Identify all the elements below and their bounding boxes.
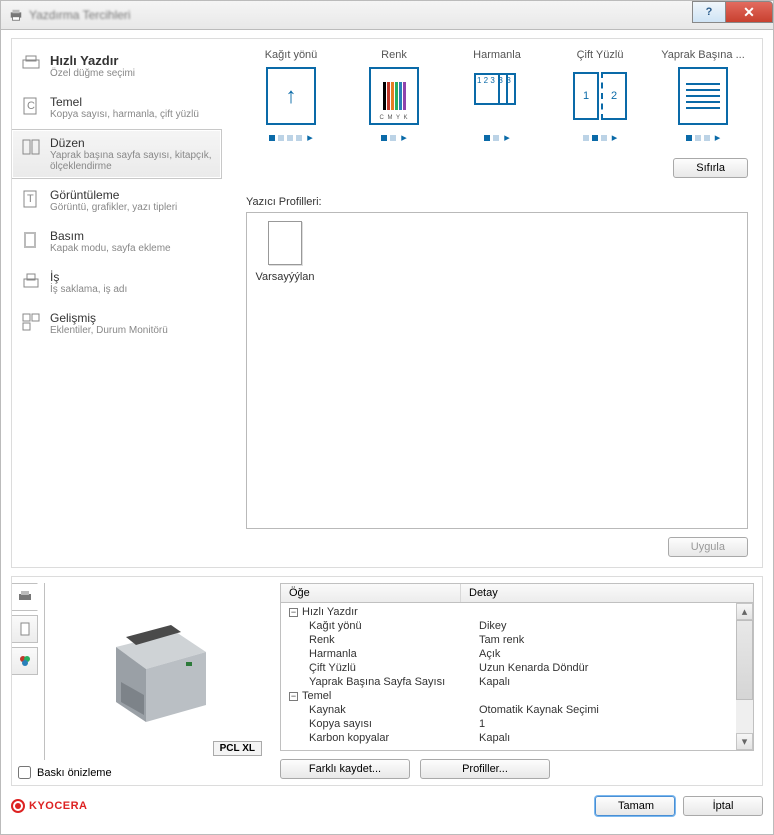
duplex-icon: 1 2: [570, 67, 630, 125]
collate-icon: 1 2 31 2 31 2 3: [472, 67, 522, 125]
profile-default[interactable]: Varsayýýlan: [255, 221, 315, 283]
printer-3d-icon: [86, 607, 226, 737]
collapse-icon[interactable]: −: [289, 608, 298, 617]
quick-duplex[interactable]: Çift Yüzlü 1 2 ▸: [555, 49, 645, 144]
profiles-label: Yazıcı Profilleri:: [246, 196, 748, 208]
driver-badge: PCL XL: [213, 741, 262, 756]
main-panel: Hızlı YazdırÖzel düğme seçimi C TemelKop…: [11, 38, 763, 568]
summary-row: Kağıt yönüDikey: [281, 619, 753, 633]
layout-icon: [20, 136, 42, 158]
brand-logo: KYOCERA: [11, 799, 88, 813]
print-preview-checkbox[interactable]: [18, 766, 31, 779]
tab-layout[interactable]: DüzenYaprak başına sayfa sayısı, kitapçı…: [12, 129, 222, 179]
page-icon: [268, 221, 302, 265]
preview-tab-page[interactable]: [12, 615, 38, 643]
orientation-icon: ↑: [266, 67, 316, 125]
tab-label: Hızlı Yazdır: [50, 53, 135, 68]
job-icon: [20, 270, 42, 292]
imaging-icon: T: [20, 188, 42, 210]
titlebar: Yazdırma Tercihleri ? ✕: [0, 0, 774, 30]
summary-row: Çift YüzlüUzun Kenarda Döndür: [281, 661, 753, 675]
quick-collate[interactable]: Harmanla 1 2 31 2 31 2 3 ▸: [452, 49, 542, 144]
collapse-icon[interactable]: −: [289, 692, 298, 701]
summary-row: HarmanlaAçık: [281, 647, 753, 661]
scroll-up-button[interactable]: ▴: [736, 603, 753, 620]
preview-tab-color[interactable]: [12, 647, 38, 675]
summary-row: Kopya sayısı1: [281, 717, 753, 731]
summary-col-item: Öğe: [281, 584, 461, 602]
printer-preview: PCL XL: [44, 583, 266, 760]
summary-row: RenkTam renk: [281, 633, 753, 647]
tab-imaging[interactable]: T GörüntülemeGörüntü, grafikler, yazı ti…: [12, 181, 222, 220]
quick-nup[interactable]: Yaprak Başına ... ▸: [658, 49, 748, 144]
color-icon: C M Y K: [369, 67, 419, 125]
summary-group[interactable]: −Hızlı Yazdır: [281, 605, 753, 619]
publishing-icon: [20, 229, 42, 251]
close-button[interactable]: ✕: [725, 1, 773, 23]
lower-panel: PCL XL Baskı önizleme Öğe Detay −Hızlı Y…: [11, 576, 763, 786]
window-title: Yazdırma Tercihleri: [29, 8, 131, 22]
advanced-icon: [20, 311, 42, 333]
pager-dots[interactable]: ▸: [269, 131, 313, 144]
brand-icon: [11, 799, 25, 813]
printer-small-icon: [18, 590, 32, 604]
brand-text: KYOCERA: [29, 800, 88, 812]
ok-button[interactable]: Tamam: [595, 796, 675, 816]
apply-button[interactable]: Uygula: [668, 537, 748, 557]
scroll-down-button[interactable]: ▾: [736, 733, 753, 750]
quickprint-icon: [20, 53, 42, 75]
sidebar: Hızlı YazdırÖzel düğme seçimi C TemelKop…: [12, 39, 222, 567]
tab-basic[interactable]: C TemelKopya sayısı, harmanla, çift yüzl…: [12, 88, 222, 127]
page-small-icon: [18, 622, 32, 636]
preview-tab-printer[interactable]: [12, 583, 38, 611]
summary-header: Öğe Detay: [280, 583, 754, 603]
tab-advanced[interactable]: GelişmişEklentiler, Durum Monitörü: [12, 304, 222, 343]
color-small-icon: [18, 654, 32, 668]
summary-body[interactable]: −Hızlı Yazdır Kağıt yönüDikey RenkTam re…: [280, 603, 754, 751]
quick-color[interactable]: Renk C M Y K ▸: [349, 49, 439, 144]
scrollbar[interactable]: ▴ ▾: [736, 603, 753, 750]
svg-text:T: T: [27, 193, 34, 205]
tab-publishing[interactable]: BasımKapak modu, sayfa ekleme: [12, 222, 222, 261]
summary-col-detail: Detay: [461, 584, 506, 602]
summary-group[interactable]: −Temel: [281, 689, 753, 703]
basic-icon: C: [20, 95, 42, 117]
quick-orientation[interactable]: Kağıt yönü ↑ ▸: [246, 49, 336, 144]
cancel-button[interactable]: İptal: [683, 796, 763, 816]
summary-row: Yaprak Başına Sayfa SayısıKapalı: [281, 675, 753, 689]
help-button[interactable]: ?: [692, 1, 726, 23]
tab-quick-print[interactable]: Hızlı YazdırÖzel düğme seçimi: [12, 46, 222, 86]
reset-button[interactable]: Sıfırla: [673, 158, 748, 178]
scroll-thumb[interactable]: [736, 620, 753, 700]
nup-icon: [678, 67, 728, 125]
tab-job[interactable]: İşİş saklama, iş adı: [12, 263, 222, 302]
summary-row: Karbon kopyalarKapalı: [281, 731, 753, 745]
svg-text:C: C: [27, 100, 35, 112]
printer-icon: [9, 8, 23, 22]
profiles-button[interactable]: Profiller...: [420, 759, 550, 779]
tab-sublabel: Özel düğme seçimi: [50, 68, 135, 79]
summary-row: KaynakOtomatik Kaynak Seçimi: [281, 703, 753, 717]
print-preview-label: Baskı önizleme: [37, 767, 112, 779]
footer: KYOCERA Tamam İptal: [11, 796, 763, 816]
profile-name: Varsayýýlan: [255, 271, 314, 283]
save-as-button[interactable]: Farklı kaydet...: [280, 759, 410, 779]
quick-print-panel: Kağıt yönü ↑ ▸ Renk C M Y K ▸ Harmanla 1…: [222, 39, 762, 567]
profiles-list[interactable]: Varsayýýlan: [246, 212, 748, 529]
